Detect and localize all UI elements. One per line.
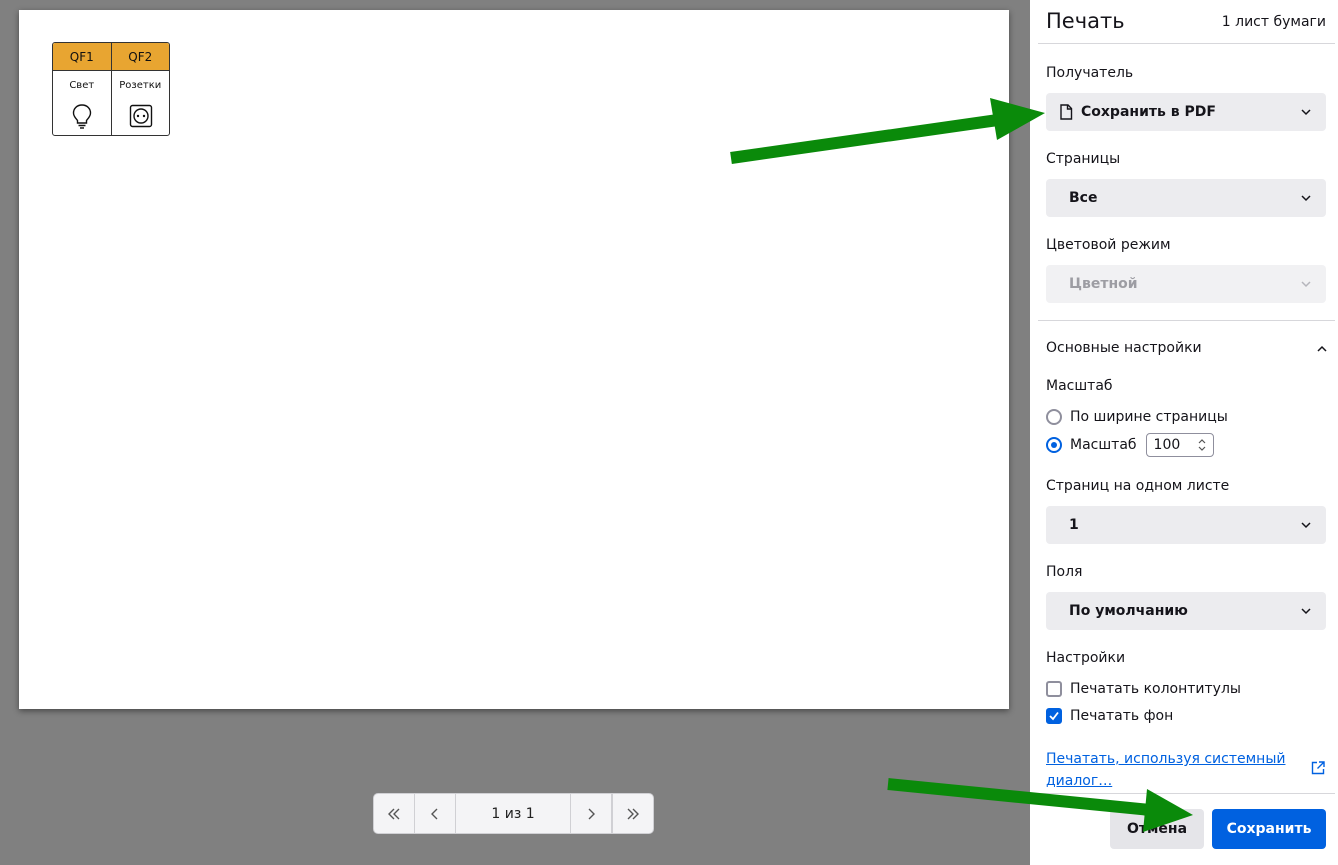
breaker-code: QF2 (111, 43, 169, 71)
sheet-count: 1 лист бумаги (1221, 14, 1326, 30)
basic-settings-toggle[interactable]: Основные настройки (1046, 340, 1330, 356)
socket-icon (129, 104, 152, 128)
chevron-down-icon (1301, 195, 1311, 202)
next-page-button[interactable] (571, 794, 612, 833)
headers-footers-option[interactable]: Печатать колонтитулы (1046, 681, 1241, 697)
document-icon (1060, 104, 1073, 120)
pages-label: Страницы (1046, 151, 1121, 167)
preview-page: QF1 Свет QF2 Розетки (19, 10, 1009, 709)
scale-input[interactable]: 100 (1145, 433, 1214, 457)
margins-value: По умолчанию (1069, 603, 1188, 619)
spinner-icon[interactable] (1197, 437, 1207, 453)
breaker-qf2: QF2 Розетки (110, 43, 169, 135)
chevron-down-icon (1301, 281, 1311, 288)
color-mode-label: Цветовой режим (1046, 237, 1171, 253)
print-preview-area: QF1 Свет QF2 Розетки 1 из 1 (0, 0, 1030, 865)
fit-width-label: По ширине страницы (1070, 409, 1228, 425)
destination-select[interactable]: Сохранить в PDF (1046, 93, 1326, 131)
breaker-label: Свет (69, 80, 95, 91)
backgrounds-label: Печатать фон (1070, 708, 1174, 724)
double-chevron-left-icon (388, 808, 400, 819)
page-navigation: 1 из 1 (373, 793, 654, 834)
external-link-icon[interactable] (1310, 760, 1326, 776)
scale-value: 100 (1153, 437, 1181, 453)
pages-per-sheet-select[interactable]: 1 (1046, 506, 1326, 544)
chevron-up-icon (1317, 345, 1327, 352)
pages-value: Все (1069, 190, 1098, 206)
destination-label: Получатель (1046, 65, 1134, 81)
custom-scale-label: Масштаб (1070, 437, 1137, 453)
backgrounds-option[interactable]: Печатать фон (1046, 708, 1173, 724)
color-mode-select[interactable]: Цветной (1046, 265, 1326, 303)
pages-per-sheet-value: 1 (1069, 517, 1079, 533)
dialog-title: Печать (1046, 9, 1125, 33)
color-mode-value: Цветной (1069, 276, 1138, 292)
save-button[interactable]: Сохранить (1212, 809, 1326, 849)
destination-value: Сохранить в PDF (1081, 104, 1216, 120)
scale-label: Масштаб (1046, 378, 1113, 394)
headers-footers-label: Печатать колонтитулы (1070, 681, 1241, 697)
last-page-button[interactable] (612, 794, 653, 833)
chevron-left-icon (431, 808, 438, 819)
first-page-button[interactable] (374, 794, 415, 833)
system-dialog-link[interactable]: Печатать, используя системный диалог… (1046, 748, 1296, 792)
chevron-right-icon (588, 808, 595, 819)
print-settings-panel: Печать 1 лист бумаги Получатель Сохранит… (1030, 0, 1338, 865)
scale-fit-width-option[interactable]: По ширине страницы (1046, 409, 1228, 425)
margins-select[interactable]: По умолчанию (1046, 592, 1326, 630)
divider (1038, 793, 1335, 794)
radio-custom-scale[interactable] (1046, 437, 1062, 453)
chevron-down-icon (1301, 522, 1311, 529)
headers-footers-checkbox[interactable] (1046, 681, 1062, 697)
page-counter: 1 из 1 (456, 794, 571, 833)
radio-fit-width[interactable] (1046, 409, 1062, 425)
chevron-down-icon (1301, 109, 1311, 116)
previous-page-button[interactable] (415, 794, 456, 833)
breaker-table: QF1 Свет QF2 Розетки (52, 42, 170, 136)
checkmark-icon (1049, 711, 1059, 721)
pages-select[interactable]: Все (1046, 179, 1326, 217)
double-chevron-right-icon (627, 808, 639, 819)
divider (1038, 320, 1335, 321)
breaker-code: QF1 (53, 43, 111, 71)
breaker-qf1: QF1 Свет (53, 43, 111, 135)
pages-per-sheet-label: Страниц на одном листе (1046, 478, 1230, 494)
breaker-label: Розетки (119, 80, 162, 91)
light-bulb-icon (72, 104, 92, 129)
basic-settings-label: Основные настройки (1046, 340, 1202, 356)
chevron-down-icon (1301, 608, 1311, 615)
margins-label: Поля (1046, 564, 1083, 580)
options-label: Настройки (1046, 650, 1126, 666)
cancel-button[interactable]: Отмена (1110, 809, 1204, 849)
scale-custom-option[interactable]: Масштаб 100 (1046, 433, 1214, 457)
divider (1038, 43, 1335, 44)
backgrounds-checkbox[interactable] (1046, 708, 1062, 724)
